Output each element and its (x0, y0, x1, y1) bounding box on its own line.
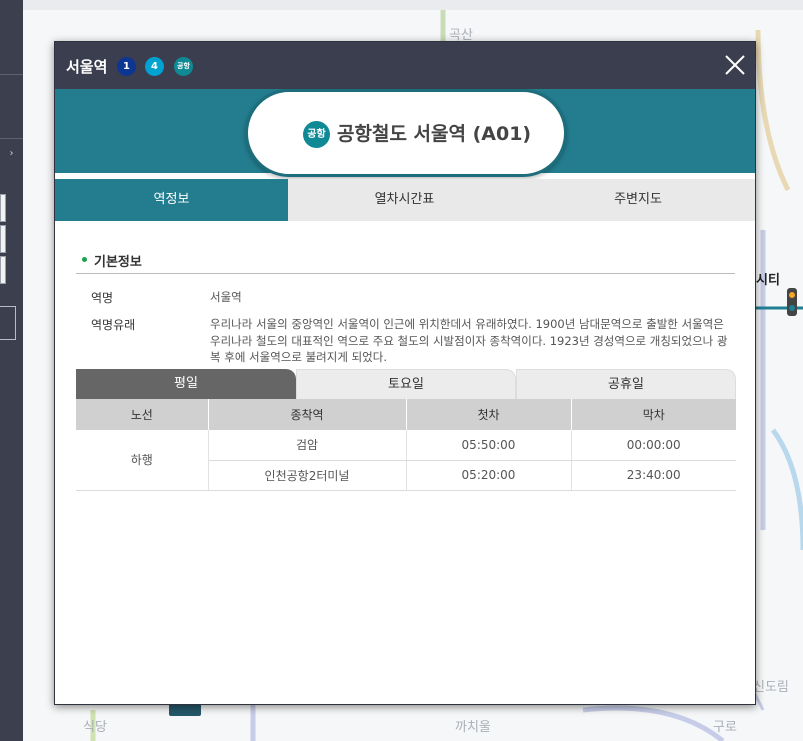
sidebar-divider (0, 138, 23, 139)
line-4-badge: 4 (145, 57, 164, 76)
sidebar-control[interactable] (0, 225, 6, 253)
sidebar-toggle[interactable] (0, 306, 16, 340)
info-tabs: 역정보 열차시간표 주변지도 (55, 179, 755, 221)
info-key-name: 역명 (91, 291, 114, 305)
info-value-origin: 우리나라 서울의 중앙역인 서울역이 인근에 위치한데서 유래하였다. 1900… (210, 317, 728, 364)
close-icon[interactable] (723, 53, 747, 77)
tab-nearby-map[interactable]: 주변지도 (521, 179, 755, 221)
station-name-pill: 공항 공항철도 서울역 (A01) (245, 89, 567, 177)
close-button[interactable] (723, 53, 747, 77)
map-station-label[interactable]: 구로 (713, 716, 737, 735)
sidebar-control[interactable] (0, 256, 6, 284)
tab-weekday[interactable]: 평일 (76, 369, 296, 399)
column-header: 첫차 (406, 399, 572, 430)
station-banner: 공항 공항철도 서울역 (A01) (55, 89, 755, 177)
column-header: 종착역 (208, 399, 407, 430)
airport-line-icon: 공항 (303, 121, 330, 148)
top-bar (0, 0, 803, 10)
direction-cell: 하행 (76, 430, 209, 491)
tab-holiday[interactable]: 공휴일 (516, 369, 736, 399)
tab-timetable[interactable]: 열차시간표 (288, 179, 521, 221)
station-name-label: 공항철도 서울역 (A01) (337, 123, 532, 145)
last-train-cell: 23:40:00 (571, 460, 736, 491)
tab-saturday[interactable]: 토요일 (296, 369, 516, 399)
left-sidebar: › (0, 0, 23, 741)
map-station-label[interactable]: 까치울 (455, 716, 491, 735)
info-value-name: 서울역 (210, 290, 242, 304)
terminal-cell: 인천공항2터미널 (208, 460, 407, 491)
info-key-origin: 역명유래 (91, 318, 136, 332)
popup-title: 서울역 (66, 58, 108, 76)
bullet-icon (82, 257, 87, 262)
map-station-label[interactable]: 신도림 (753, 676, 789, 695)
station-info-popup: 서울역 1 4 공항 공항 공항철도 서울역 (A01) 역정보 열차시간표 주… (54, 41, 756, 705)
column-header: 노선 (76, 399, 209, 430)
map-station-label[interactable]: 식당 (83, 716, 107, 735)
chevron-right-icon[interactable]: › (0, 148, 23, 159)
tab-station-info[interactable]: 역정보 (55, 179, 288, 221)
last-train-cell: 00:00:00 (571, 430, 736, 461)
column-header: 막차 (571, 399, 736, 430)
first-train-cell: 05:50:00 (406, 430, 572, 461)
line-1-badge: 1 (117, 57, 136, 76)
first-train-cell: 05:20:00 (406, 460, 572, 491)
section-divider (76, 273, 735, 274)
terminal-cell: 검암 (208, 430, 407, 461)
section-title: 기본정보 (94, 255, 142, 270)
sidebar-control[interactable] (0, 194, 6, 222)
sidebar-divider (0, 74, 23, 75)
popup-header: 서울역 1 4 공항 (55, 42, 755, 89)
map-station-label[interactable]: 시티 (756, 269, 780, 288)
timetable: 노선 종착역 첫차 막차 하행 검암 05:50:00 00:00:00 인천공… (76, 399, 736, 491)
table-row: 하행 검암 05:50:00 00:00:00 (76, 430, 736, 491)
airport-line-badge: 공항 (174, 57, 193, 76)
